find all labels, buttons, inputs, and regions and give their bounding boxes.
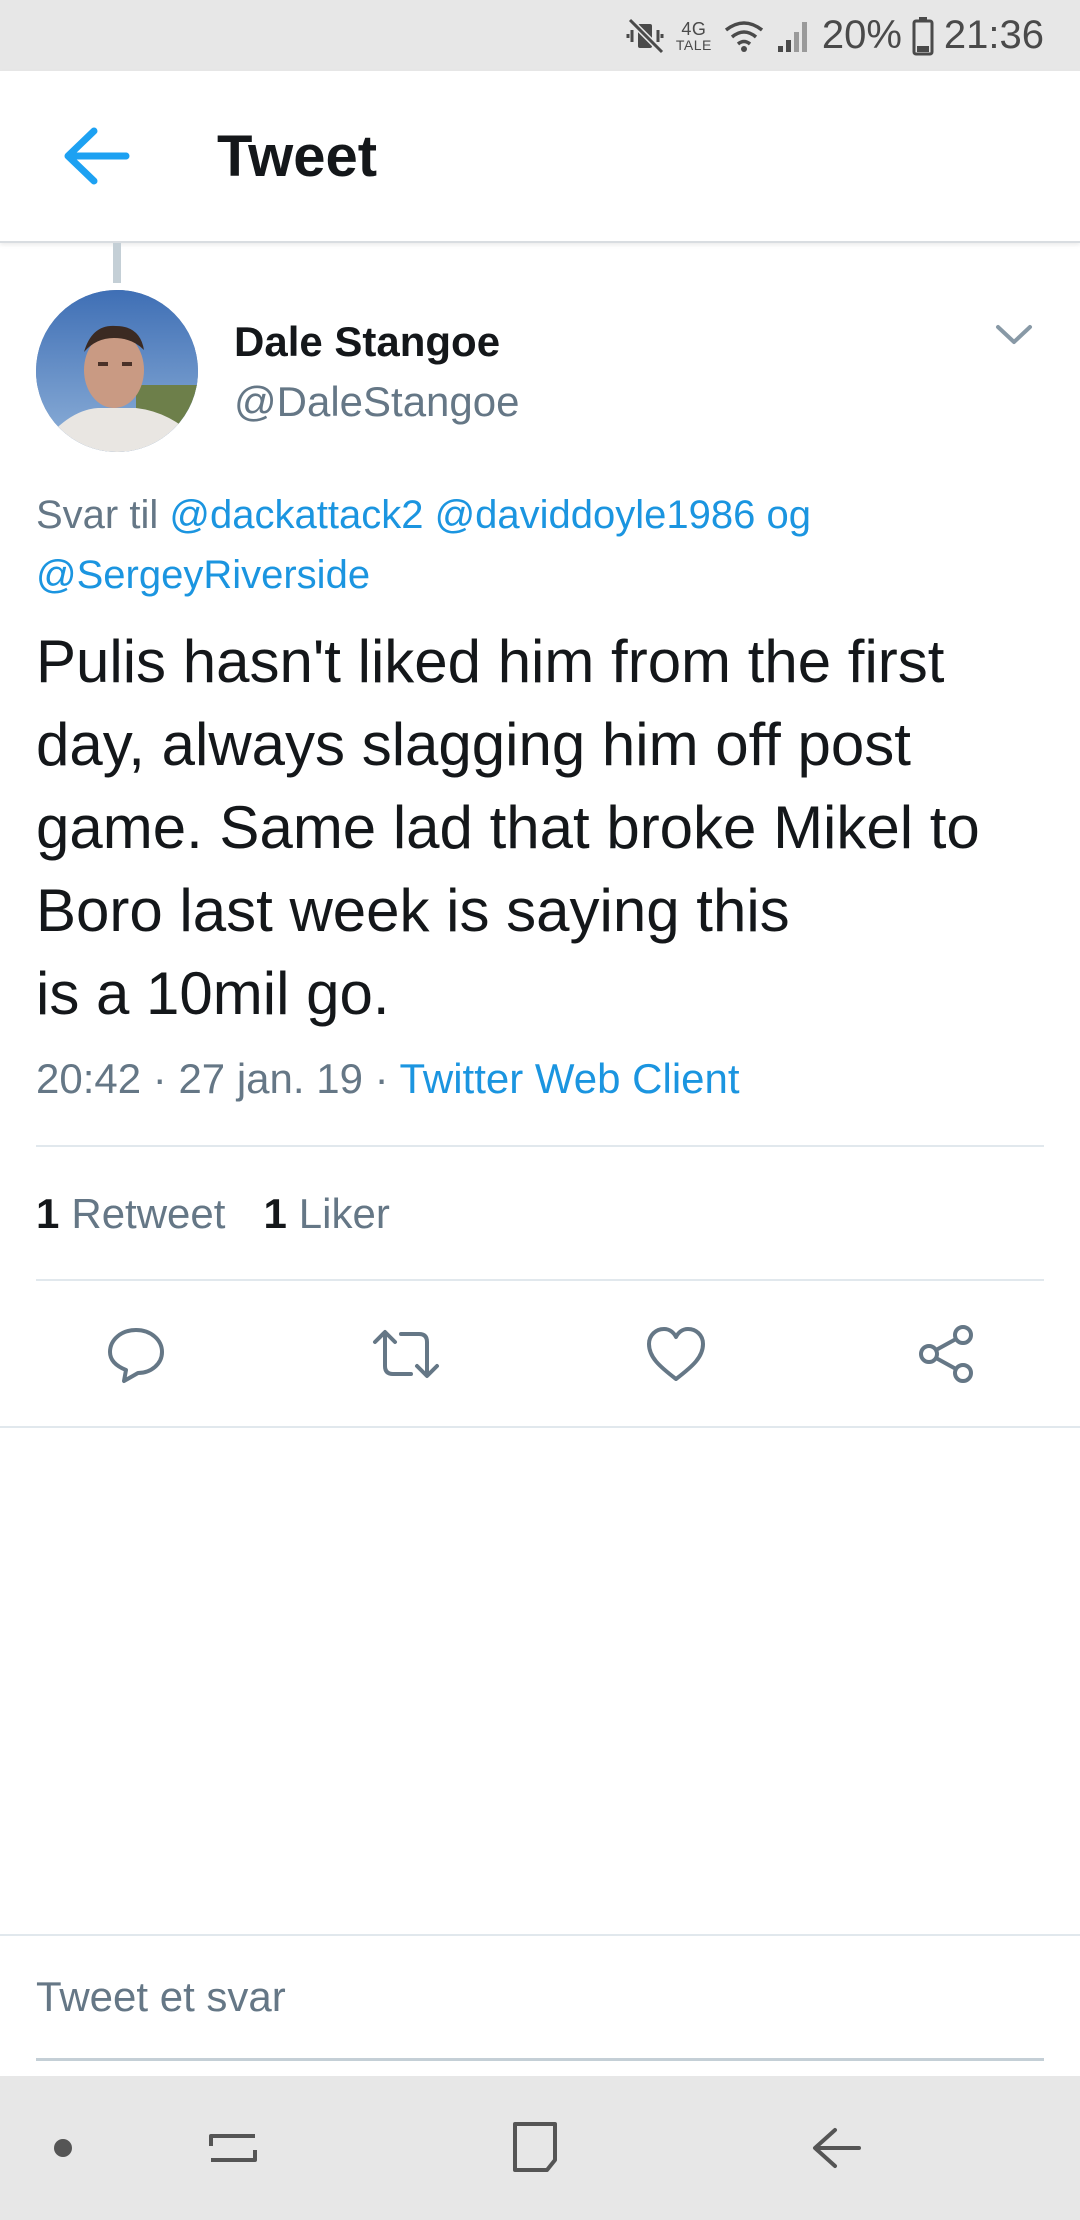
network-sub-label: TALE	[675, 36, 712, 53]
mention-link[interactable]: @SergeyRiverside	[36, 553, 370, 597]
arrow-left-icon	[64, 127, 130, 185]
like-count: 1	[263, 1190, 287, 1237]
status-bar: 4G TALE 20% 21:36	[0, 0, 1080, 71]
battery-percent: 20%	[821, 13, 902, 57]
status-icons: 4G TALE 20% 21:36	[626, 0, 1044, 71]
nav-dot-button[interactable]	[27, 2112, 99, 2184]
divider	[36, 1145, 1044, 1147]
battery-icon	[912, 16, 934, 55]
reply-context: Svar til @dackattack2 @daviddoyle1986 og…	[36, 485, 1046, 605]
clock: 21:36	[943, 13, 1044, 57]
share-button[interactable]	[910, 1318, 982, 1390]
system-nav-bar	[0, 2076, 1080, 2220]
top-app-bar: Tweet	[0, 71, 1080, 243]
profile-photo	[36, 290, 198, 452]
chevron-down-icon	[996, 325, 1032, 344]
signal-icon	[777, 21, 807, 52]
retweet-stat[interactable]: 1 Retweet	[36, 1190, 225, 1238]
tweet-metadata: 20:42 · 27 jan. 19 · Twitter Web Client	[36, 1055, 740, 1103]
meta-separator: ·	[374, 1055, 389, 1102]
reply-button[interactable]	[100, 1318, 172, 1390]
reply-icon	[108, 1328, 164, 1383]
like-stat[interactable]: 1 Liker	[263, 1190, 389, 1238]
reply-prefix: Svar til	[36, 493, 159, 537]
mention-link[interactable]: @daviddoyle1986	[435, 493, 756, 537]
recent-apps-icon	[209, 2134, 257, 2162]
mention-link[interactable]: @dackattack2	[169, 493, 423, 537]
network-type: 4G TALE	[676, 20, 712, 52]
meta-separator: ·	[152, 1055, 167, 1102]
tweet-source-link[interactable]: Twitter Web Client	[400, 1055, 740, 1102]
tweet-text: Pulis hasn't liked him from the first da…	[36, 628, 980, 1027]
back-button[interactable]	[48, 117, 144, 195]
tweet-date: 27 jan. 19	[178, 1055, 363, 1102]
home-button[interactable]	[499, 2112, 571, 2184]
tweet-options-button[interactable]	[984, 310, 1044, 360]
tweet-actions	[0, 1282, 1080, 1428]
like-label: Liker	[298, 1190, 390, 1237]
avatar[interactable]	[36, 290, 198, 452]
divider	[36, 1279, 1044, 1281]
thread-connector-line	[113, 243, 121, 283]
mute-vibrate-icon	[626, 17, 664, 54]
reply-composer	[0, 1934, 1080, 2078]
share-icon	[919, 1325, 973, 1383]
mention-joiner: og	[766, 493, 812, 537]
nav-back-button[interactable]	[801, 2112, 873, 2184]
tweet-stats: 1 Retweet 1 Liker	[36, 1190, 390, 1238]
tweet-time: 20:42	[36, 1055, 142, 1102]
retweet-button[interactable]	[370, 1318, 442, 1390]
back-icon	[813, 2128, 861, 2168]
username[interactable]: @DaleStangoe	[234, 378, 520, 426]
like-button[interactable]	[640, 1318, 712, 1390]
home-icon	[513, 2122, 557, 2172]
network-type-label: 4G	[681, 18, 707, 39]
retweet-label: Retweet	[71, 1190, 226, 1237]
dot-icon	[54, 2139, 72, 2157]
recent-apps-button[interactable]	[197, 2112, 269, 2184]
like-icon	[647, 1327, 705, 1381]
reply-input[interactable]	[36, 1936, 1044, 2061]
retweet-count: 1	[36, 1190, 60, 1237]
retweet-icon	[373, 1330, 439, 1378]
wifi-icon	[724, 20, 763, 52]
display-name[interactable]: Dale Stangoe	[234, 318, 500, 366]
page-title: Tweet	[217, 124, 378, 189]
